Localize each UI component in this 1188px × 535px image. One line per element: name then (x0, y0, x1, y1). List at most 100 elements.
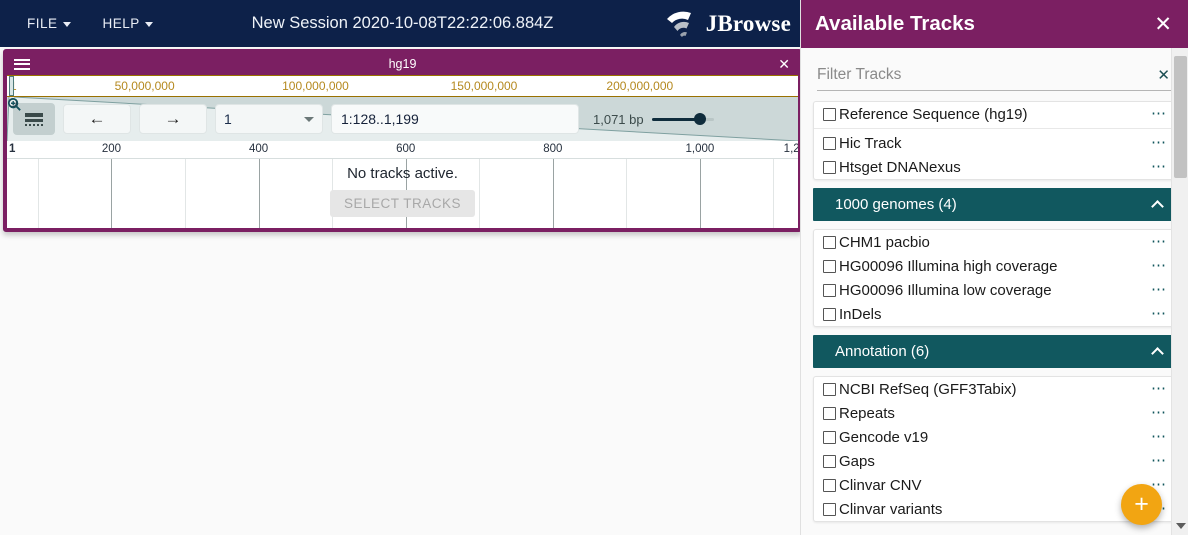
more-options-icon[interactable]: ⋯ (1151, 381, 1167, 396)
linear-genome-view: hg19 ✕ 1 50,000,000 100,000,000 150,000,… (3, 49, 802, 232)
chevron-up-icon (1151, 200, 1164, 213)
zoom-in-icon[interactable] (7, 97, 22, 112)
track-checkbox[interactable] (823, 502, 836, 516)
track-checkbox[interactable] (823, 107, 836, 121)
refseq-dropdown[interactable]: 1 (215, 104, 323, 134)
track-checkbox[interactable] (823, 136, 836, 150)
more-options-icon[interactable]: ⋯ (1151, 234, 1167, 249)
drawer-header: Available Tracks ✕ (801, 0, 1188, 48)
more-options-icon[interactable]: ⋯ (1151, 453, 1167, 468)
tracks-container: No tracks active. SELECT TRACKS (7, 159, 798, 228)
track-checkbox[interactable] (823, 454, 836, 468)
more-options-icon[interactable]: ⋯ (1151, 258, 1167, 273)
more-options-icon[interactable]: ⋯ (1151, 106, 1167, 121)
view-navbar: ← → 1 1:128..1,199 1,071 bp (7, 97, 798, 141)
category-header-1000-genomes[interactable]: 1000 genomes (4) (813, 188, 1176, 221)
more-options-icon[interactable]: ⋯ (1151, 282, 1167, 297)
track-card-top: Reference Sequence (hg19) ⋯ Hic Track ⋯ … (813, 101, 1176, 180)
zoom-slider-knob[interactable] (693, 113, 706, 125)
track-checkbox[interactable] (823, 307, 836, 321)
track-label: NCBI RefSeq (GFF3Tabix) (839, 380, 1017, 398)
overview-region-highlight[interactable] (9, 76, 14, 96)
track-label: Gencode v19 (839, 428, 929, 446)
more-options-icon[interactable]: ⋯ (1151, 306, 1167, 321)
select-tracks-button[interactable]: SELECT TRACKS (329, 190, 476, 217)
filter-tracks-field[interactable]: Filter Tracks ✕ (817, 66, 1172, 91)
arrow-right-icon[interactable]: → (139, 104, 207, 134)
track-label: Reference Sequence (hg19) (839, 105, 1028, 123)
bp-length-label: 1,071 bp (593, 111, 644, 127)
scale-tick-label: 1,2 (783, 143, 800, 155)
overview-tick-label: 50,000,000 (114, 79, 175, 93)
list-item[interactable]: Hic Track ⋯ (814, 131, 1175, 155)
caret-down-icon (304, 116, 314, 122)
chevron-down-icon[interactable] (1176, 523, 1186, 529)
list-item[interactable]: HG00096 Illumina high coverage ⋯ (814, 254, 1175, 278)
track-card-1000-genomes: CHM1 pacbio ⋯ HG00096 Illumina high cove… (813, 229, 1176, 327)
overview-ruler[interactable]: 1 50,000,000 100,000,000 150,000,000 200… (7, 75, 798, 97)
track-label: CHM1 pacbio (839, 233, 930, 251)
overview-tick-label: 150,000,000 (450, 79, 518, 93)
more-options-icon[interactable]: ⋯ (1151, 135, 1167, 150)
brand-logo: JBrowse (665, 0, 791, 47)
list-item[interactable]: InDels ⋯ (814, 302, 1175, 326)
location-input[interactable]: 1:128..1,199 (8, 98, 579, 134)
track-checkbox[interactable] (823, 259, 836, 273)
menu-file[interactable]: FILE (18, 11, 80, 36)
jbrowse-arc-logo-icon (666, 11, 691, 37)
available-tracks-drawer: Available Tracks ✕ Filter Tracks ✕ Refer… (800, 0, 1188, 535)
list-item[interactable]: Clinvar CNV ⋯ (814, 473, 1175, 497)
scrollbar-thumb[interactable] (1174, 56, 1187, 178)
more-options-icon[interactable]: ⋯ (1151, 429, 1167, 444)
zoom-slider-fill (651, 117, 700, 121)
list-item[interactable]: Gencode v19 ⋯ (814, 425, 1175, 449)
list-item[interactable]: Repeats ⋯ (814, 401, 1175, 425)
track-checkbox[interactable] (823, 235, 836, 249)
scale-ruler[interactable]: 1 200 400 600 800 1,000 1,2 (7, 141, 798, 159)
arrow-left-icon[interactable]: ← (63, 104, 131, 134)
zoom-slider-rail[interactable] (651, 113, 714, 125)
plus-icon: + (1134, 490, 1149, 518)
track-checkbox[interactable] (823, 406, 836, 420)
track-checkbox[interactable] (823, 160, 836, 174)
list-item[interactable]: Htsget DNANexus ⋯ (814, 155, 1175, 179)
track-label: HG00096 Illumina low coverage (839, 281, 1052, 299)
track-label: Hic Track (839, 134, 902, 152)
list-item[interactable]: Reference Sequence (hg19) ⋯ (814, 102, 1175, 126)
view-assembly-title: hg19 (388, 57, 417, 71)
divider (814, 128, 1175, 129)
close-icon[interactable]: ✕ (1150, 14, 1176, 35)
more-options-icon[interactable]: ⋯ (1151, 405, 1167, 420)
menu-help[interactable]: HELP (94, 11, 162, 36)
empty-tracks-message: No tracks active. SELECT TRACKS (7, 165, 798, 217)
scale-tick-label: 200 (101, 143, 121, 155)
zoom-slider[interactable] (8, 98, 714, 125)
track-checkbox[interactable] (823, 283, 836, 297)
track-checkbox[interactable] (823, 382, 836, 396)
track-label: InDels (839, 305, 882, 323)
list-item[interactable]: NCBI RefSeq (GFF3Tabix) ⋯ (814, 377, 1175, 401)
drawer-scrollbar[interactable] (1171, 48, 1188, 535)
list-item[interactable]: CHM1 pacbio ⋯ (814, 230, 1175, 254)
close-icon[interactable]: ✕ (1155, 66, 1172, 84)
more-options-icon[interactable]: ⋯ (1151, 159, 1167, 174)
chevron-up-icon (1151, 347, 1164, 360)
add-track-button[interactable]: + (1121, 484, 1162, 525)
empty-tracks-text: No tracks active. (347, 165, 458, 182)
drawer-title: Available Tracks (815, 12, 975, 35)
refseq-value: 1 (224, 111, 232, 127)
menu-help-label: HELP (102, 16, 140, 31)
track-label: Htsget DNANexus (839, 158, 961, 176)
caret-down-icon (62, 21, 71, 27)
track-checkbox[interactable] (823, 430, 836, 444)
track-label: Gaps (839, 452, 875, 470)
track-checkbox[interactable] (823, 478, 836, 492)
hamburger-icon[interactable] (14, 58, 30, 70)
list-item[interactable]: HG00096 Illumina low coverage ⋯ (814, 278, 1175, 302)
list-item[interactable]: Gaps ⋯ (814, 449, 1175, 473)
app-root: FILE HELP New Session 2020-10-08T22:22:0… (0, 0, 1188, 535)
drawer-content: Filter Tracks ✕ Reference Sequence (hg19… (801, 66, 1188, 522)
filter-tracks-placeholder: Filter Tracks (817, 66, 902, 83)
category-header-annotation[interactable]: Annotation (6) (813, 335, 1176, 368)
close-icon[interactable]: ✕ (778, 57, 790, 71)
